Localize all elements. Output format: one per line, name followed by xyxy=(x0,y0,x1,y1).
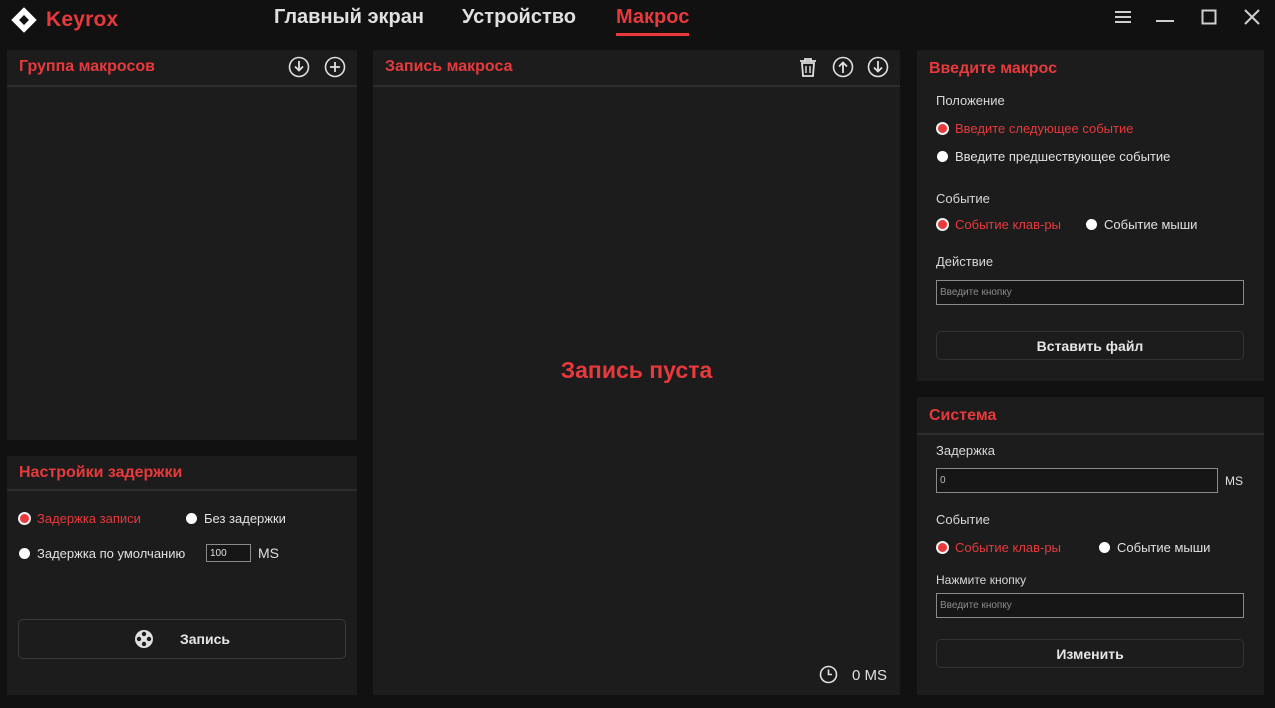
divider xyxy=(917,433,1264,435)
trash-icon[interactable] xyxy=(797,56,819,78)
radio-previous-event[interactable]: Введите предшествующее событие xyxy=(937,149,1170,164)
macro-record-panel: Запись макроса Запись пуста 0 MS xyxy=(373,50,900,695)
radio-label: Без задержки xyxy=(204,511,286,526)
macro-group-list[interactable] xyxy=(7,87,357,440)
insert-file-button[interactable]: Вставить файл xyxy=(936,331,1244,360)
record-button-label: Запись xyxy=(179,631,230,647)
press-key-label: Нажмите кнопку xyxy=(936,573,1027,587)
radio-dot xyxy=(938,220,947,229)
title-bar: Keyrox Главный экран Устройство Макрос xyxy=(0,0,1275,40)
system-delay-input[interactable] xyxy=(936,468,1218,493)
minimize-icon[interactable] xyxy=(1152,6,1178,28)
total-time: 0 MS xyxy=(852,667,888,684)
radio-mouse-event[interactable]: Событие мыши xyxy=(1099,540,1210,555)
radio-label: Событие клав-ры xyxy=(955,217,1061,232)
enter-macro-title: Введите макрос xyxy=(929,60,1058,77)
tab-device[interactable]: Устройство xyxy=(462,6,576,33)
radio-next-event[interactable]: Введите следующее событие xyxy=(937,121,1133,136)
maximize-icon[interactable] xyxy=(1196,6,1222,28)
macro-group-title: Группа макросов xyxy=(19,58,155,75)
radio-no-delay[interactable]: Без задержки xyxy=(186,511,286,526)
macro-group-panel: Группа макросов xyxy=(7,50,357,440)
press-key-input[interactable] xyxy=(936,593,1244,618)
radio-label: Событие клав-ры xyxy=(955,540,1061,555)
radio-dot xyxy=(186,513,197,524)
delay-settings-title: Настройки задержки xyxy=(19,464,183,481)
empty-record-text: Запись пуста xyxy=(560,357,713,383)
event-label: Событие xyxy=(936,191,990,206)
download-icon[interactable] xyxy=(288,56,310,78)
close-icon[interactable] xyxy=(1239,6,1265,28)
menu-icon[interactable] xyxy=(1110,6,1136,28)
tab-main-screen[interactable]: Главный экран xyxy=(274,6,424,33)
radio-label: Событие мыши xyxy=(1104,217,1198,232)
record-reel-icon xyxy=(134,630,153,648)
app-logo: Keyrox xyxy=(10,6,118,34)
change-button[interactable]: Изменить xyxy=(936,639,1244,668)
radio-dot xyxy=(1099,542,1110,553)
app-name: Keyrox xyxy=(46,8,119,31)
radio-record-delay[interactable]: Задержка записи xyxy=(19,511,141,526)
radio-keyboard-event[interactable]: Событие клав-ры xyxy=(937,540,1061,555)
macro-record-title: Запись макроса xyxy=(385,58,513,75)
radio-label: Введите предшествующее событие xyxy=(955,149,1171,164)
action-label: Действие xyxy=(936,254,994,269)
delay-label: Задержка xyxy=(936,443,996,458)
radio-dot xyxy=(20,514,29,523)
system-panel: Система Задержка MS Событие Событие клав… xyxy=(917,397,1264,695)
default-delay-input[interactable] xyxy=(206,544,251,562)
radio-default-delay[interactable]: Задержка по умолчанию xyxy=(19,546,185,561)
add-icon[interactable] xyxy=(324,56,346,78)
system-delay-unit: MS xyxy=(1225,474,1243,488)
radio-keyboard-event[interactable]: Событие клав-ры xyxy=(937,217,1061,232)
delay-settings-panel: Настройки задержки Задержка записи Без з… xyxy=(7,456,357,695)
radio-label: Задержка записи xyxy=(37,511,141,526)
divider xyxy=(7,489,357,491)
default-delay-unit: MS xyxy=(258,545,279,561)
radio-dot xyxy=(19,548,30,559)
radio-dot xyxy=(937,151,948,162)
radio-dot xyxy=(1086,219,1097,230)
move-up-icon[interactable] xyxy=(832,56,854,78)
system-title: Система xyxy=(929,407,997,424)
radio-dot xyxy=(938,543,947,552)
clock-icon xyxy=(819,665,838,684)
keyrox-logo-icon xyxy=(11,7,37,33)
position-label: Положение xyxy=(936,93,1005,108)
action-key-input[interactable] xyxy=(936,280,1244,305)
radio-mouse-event[interactable]: Событие мыши xyxy=(1086,217,1197,232)
radio-dot xyxy=(938,124,947,133)
enter-macro-panel: Введите макрос Положение Введите следующ… xyxy=(917,50,1264,381)
event-label: Событие xyxy=(936,512,990,527)
radio-label: Событие мыши xyxy=(1117,540,1211,555)
move-down-icon[interactable] xyxy=(867,56,889,78)
tab-macro[interactable]: Макрос xyxy=(616,6,690,36)
radio-label: Задержка по умолчанию xyxy=(37,546,186,561)
radio-label: Введите следующее событие xyxy=(955,121,1134,136)
record-button[interactable]: Запись xyxy=(18,619,346,659)
